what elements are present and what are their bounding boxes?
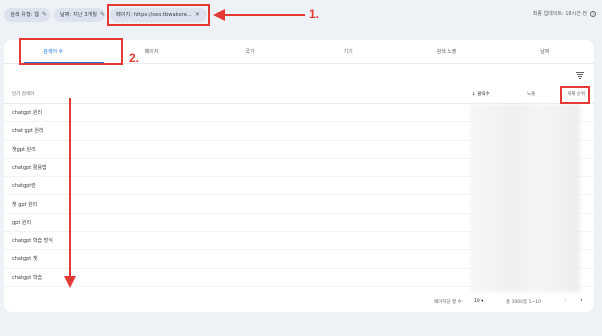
last-update: 최종 업데이트: 18시간 전 ?: [533, 10, 596, 17]
filter-rows-icon[interactable]: [576, 71, 584, 79]
dropdown-arrow-icon: ▾: [481, 299, 484, 304]
query-cell: chat gpt 원리: [12, 128, 44, 135]
query-cell: chatgpt란: [12, 183, 36, 190]
column-header-impressions[interactable]: 노출: [527, 86, 535, 104]
annotation-box-page-filter: [107, 4, 210, 26]
query-cell: chatgpt 챗: [12, 256, 38, 263]
filter-chip-date[interactable]: 날짜: 지난 3개월 ✎: [54, 8, 105, 22]
query-cell: 챗gpt 원리: [12, 146, 36, 153]
sort-arrow-icon: ↓: [472, 92, 476, 97]
prev-page-button[interactable]: ‹: [564, 296, 567, 304]
next-page-button[interactable]: ›: [580, 296, 583, 304]
rows-per-page-value: 10: [474, 299, 480, 304]
query-cell: gpt 원리: [12, 219, 32, 226]
annotation-arrow-down-line: [69, 98, 71, 278]
tab-countries[interactable]: 국가: [201, 40, 299, 63]
annotation-label-1: 1.: [309, 7, 320, 21]
edit-icon[interactable]: ✎: [100, 8, 105, 22]
query-cell: chatgpt 학습 방식: [12, 238, 53, 245]
annotation-arrowhead-left-icon: [213, 9, 225, 21]
column-header-query[interactable]: 인기 검색어: [12, 86, 34, 104]
chip-label: 검색 유형: 웹: [10, 12, 39, 18]
edit-icon[interactable]: ✎: [42, 8, 47, 22]
annotation-box-position-column: [560, 86, 590, 104]
query-cell: chatgpt 원리: [12, 110, 43, 116]
filter-chip-search-type[interactable]: 검색 유형: 웹 ✎: [4, 8, 50, 22]
rows-per-page-label: 페이지당 행 수:: [434, 300, 464, 305]
query-cell: 챗 gpt 원리: [12, 201, 38, 208]
column-header-clicks[interactable]: ↓ 클릭수: [472, 86, 490, 104]
annotation-box-queries-tab: [19, 38, 123, 65]
last-update-text: 최종 업데이트: 18시간 전: [532, 11, 587, 17]
column-header-clicks-label: 클릭수: [477, 92, 490, 97]
tab-search-appearance[interactable]: 검색 노출: [397, 40, 495, 63]
help-icon[interactable]: ?: [590, 10, 596, 17]
annotation-arrow-line: [223, 14, 305, 16]
table-header: 인기 검색어 ↓ 클릭수 노출 게재 순위: [4, 86, 594, 104]
chip-label: 날짜: 지난 3개월: [60, 12, 97, 18]
performance-card: 검색어 수 페이지 국가 기기 검색 노출 날짜 인기 검색어 ↓ 클릭수 노출…: [4, 40, 594, 312]
pagination: 페이지당 행 수: 10 ▾ 총 1000중 1~10 ‹ ›: [4, 292, 594, 312]
tab-devices[interactable]: 기기: [299, 40, 397, 63]
blurred-metrics: [470, 104, 580, 292]
annotation-arrowhead-down-icon: [64, 276, 76, 288]
pagination-range: 총 1000중 1~10: [506, 300, 541, 305]
query-cell: chatgpt 활용법: [12, 164, 47, 171]
query-cell: chatgpt 학습: [12, 274, 43, 281]
rows-per-page-select[interactable]: 10 ▾: [474, 299, 483, 304]
tab-dates[interactable]: 날짜: [496, 40, 594, 63]
annotation-label-2: 2.: [129, 51, 140, 65]
